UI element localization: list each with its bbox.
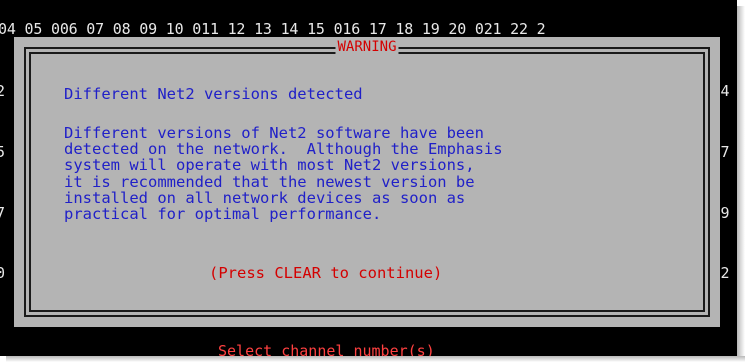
dialog-message-line: detected on the network. Although the Em… — [64, 140, 503, 159]
warning-dialog[interactable]: WARNING Different Net2 versions detected… — [14, 37, 720, 327]
dialog-message-line: it is recommended that the newest versio… — [64, 172, 475, 191]
channel-number-row: 04 05 006 07 08 09 10 011 12 13 14 15 01… — [0, 20, 546, 38]
row-number-left: 2 — [0, 82, 5, 100]
dialog-message-line: Different versions of Net2 software have… — [64, 124, 484, 142]
dialog-message-line: practical for optimal performance. — [64, 205, 382, 224]
row-number-left: 0 — [0, 264, 5, 282]
dialog-message-line: system will operate with most Net2 versi… — [64, 156, 475, 175]
dialog-title: WARNING — [335, 39, 399, 55]
dialog-message-line: installed on all network devices as soon… — [64, 188, 466, 207]
row-number-left: 5 — [0, 143, 5, 161]
select-channel-prompt: Select channel number(s) — [218, 342, 435, 356]
terminal-screen: 04 05 006 07 08 09 10 011 12 13 14 15 01… — [0, 0, 737, 356]
press-clear-hint: (Press CLEAR to continue) — [209, 264, 443, 282]
dialog-message: Different versions of Net2 software have… — [64, 125, 503, 222]
row-number-left: 7 — [0, 204, 5, 222]
screen-shadow-right — [737, 6, 745, 356]
dialog-heading: Different Net2 versions detected — [64, 85, 363, 103]
screen-shadow-bottom — [6, 356, 745, 362]
